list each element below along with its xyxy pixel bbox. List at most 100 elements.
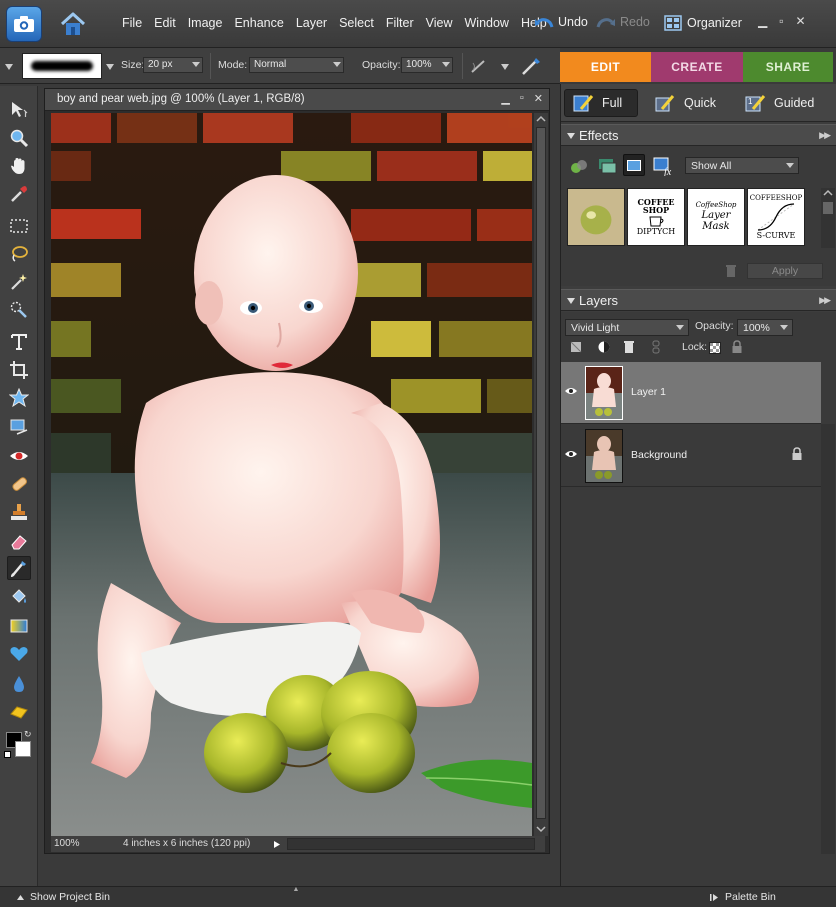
sponge-tool-icon[interactable] [7, 700, 31, 724]
doc-maximize-icon[interactable]: ▫ [520, 92, 524, 105]
tab-share[interactable]: SHARE [743, 52, 833, 82]
cookie-cutter-tool-icon[interactable] [7, 386, 31, 410]
zoom-tool-icon[interactable] [7, 126, 31, 150]
new-layer-icon[interactable] [569, 340, 583, 354]
red-eye-tool-icon[interactable] [7, 444, 31, 468]
view-full-button[interactable]: Full [564, 89, 638, 117]
fx-category-icon[interactable]: fx [653, 156, 675, 176]
scroll-down-icon[interactable] [534, 823, 548, 835]
horizontal-scrollbar[interactable] [287, 838, 535, 850]
layers-panel-header[interactable]: Layers ▶▶ [561, 289, 836, 311]
effect-thumb-vintage[interactable] [567, 188, 625, 246]
shape-tool-icon[interactable] [7, 642, 31, 666]
scroll-thumb[interactable] [536, 127, 546, 819]
mode-select[interactable]: Normal [249, 57, 344, 73]
healing-brush-tool-icon[interactable] [7, 472, 31, 496]
lock-all-icon[interactable] [731, 340, 743, 354]
menu-layer[interactable]: Layer [290, 16, 333, 30]
hand-tool-icon[interactable] [7, 154, 31, 178]
delete-layer-icon[interactable] [623, 340, 635, 354]
crop-tool-icon[interactable] [7, 358, 31, 382]
menu-select[interactable]: Select [333, 16, 380, 30]
menu-window[interactable]: Window [459, 16, 515, 30]
bin-resize-handle[interactable]: ▲ [290, 886, 302, 893]
collapse-triangle-icon[interactable] [567, 133, 575, 139]
show-project-bin-button[interactable]: Show Project Bin [16, 891, 110, 903]
menu-view[interactable]: View [420, 16, 459, 30]
clone-stamp-tool-icon[interactable] [7, 500, 31, 524]
palette-bin-button[interactable]: Palette Bin [710, 891, 776, 903]
view-quick-button[interactable]: Quick [647, 89, 724, 117]
effects-panel-header[interactable]: Effects ▶▶ [561, 124, 836, 146]
adjustment-layer-icon[interactable] [597, 340, 611, 354]
visibility-eye-icon[interactable] [564, 386, 578, 396]
effect-thumb-s-curve[interactable]: COFFEESHOP S-CURVE [747, 188, 805, 246]
undo-button[interactable]: Undo [534, 15, 588, 29]
tab-edit[interactable]: EDIT [560, 52, 651, 82]
menu-file[interactable]: File [116, 16, 148, 30]
blend-mode-select[interactable]: Vivid Light [565, 319, 689, 336]
type-tool-icon[interactable] [7, 330, 31, 354]
tablet-brush-icon[interactable] [520, 56, 542, 76]
layers-scrollbar[interactable] [821, 424, 835, 854]
status-menu-arrow-icon[interactable] [273, 840, 281, 849]
paint-bucket-tool-icon[interactable] [7, 586, 31, 610]
brush-preview[interactable] [22, 53, 102, 79]
brush-tool-icon[interactable] [7, 556, 31, 580]
effects-filter-select[interactable]: Show All [685, 157, 799, 174]
brush-options-arrow-icon[interactable] [500, 63, 510, 71]
tab-create[interactable]: CREATE [651, 52, 743, 82]
quick-selection-tool-icon[interactable] [7, 298, 31, 322]
layer-row-layer-1[interactable]: Layer 1 [561, 362, 821, 424]
eyedropper-tool-icon[interactable] [7, 182, 31, 206]
lasso-tool-icon[interactable] [7, 242, 31, 266]
visibility-eye-icon[interactable] [564, 449, 578, 459]
blur-tool-icon[interactable] [7, 672, 31, 696]
menu-enhance[interactable]: Enhance [228, 16, 289, 30]
minimize-icon[interactable]: ▁ [758, 14, 767, 28]
layer-row-background[interactable]: Background [561, 425, 821, 487]
scroll-up-icon[interactable] [534, 113, 548, 125]
tool-preset-arrow-icon[interactable] [4, 63, 14, 71]
menu-filter[interactable]: Filter [380, 16, 420, 30]
effects-scrollbar[interactable] [821, 188, 835, 248]
effect-thumb-layer-mask[interactable]: CoffeeShop Layer Mask [687, 188, 745, 246]
view-guided-button[interactable]: 1 Guided [737, 89, 822, 117]
swap-colors-icon[interactable]: ↻ [24, 729, 32, 740]
organizer-button[interactable]: Organizer [664, 15, 742, 31]
opacity-field[interactable]: 100% [401, 57, 453, 73]
document-vertical-scrollbar[interactable] [534, 113, 548, 836]
menu-edit[interactable]: Edit [148, 16, 182, 30]
layer-styles-category-icon[interactable] [597, 156, 617, 176]
airbrush-icon[interactable] [470, 58, 488, 74]
default-colors-icon[interactable] [4, 751, 11, 758]
effects-delete-icon[interactable] [725, 264, 737, 278]
layer-opacity-field[interactable]: 100% [737, 319, 793, 336]
move-tool-icon[interactable] [7, 98, 31, 122]
camera-icon[interactable] [6, 6, 42, 42]
zoom-readout[interactable]: 100% [54, 838, 80, 849]
doc-close-icon[interactable]: ✕ [534, 92, 543, 105]
close-icon[interactable]: ✕ [796, 14, 806, 28]
size-field[interactable]: 20 px [143, 57, 203, 73]
effects-apply-button[interactable]: Apply [747, 263, 823, 279]
photo-effects-category-icon[interactable] [623, 154, 645, 176]
image-canvas[interactable] [51, 113, 532, 836]
collapse-triangle-icon[interactable] [567, 298, 575, 304]
magic-wand-tool-icon[interactable] [7, 270, 31, 294]
doc-minimize-icon[interactable]: ▁ [501, 92, 509, 105]
background-color-swatch[interactable] [15, 741, 31, 757]
link-layers-icon[interactable] [651, 340, 661, 354]
effect-thumb-diptych[interactable]: COFFEE SHOP DIPTYCH [627, 188, 685, 246]
filters-category-icon[interactable] [569, 156, 589, 176]
panel-menu-icon[interactable]: ▶▶ [819, 295, 831, 306]
brush-picker-arrow-icon[interactable] [105, 63, 115, 71]
home-icon[interactable] [56, 8, 90, 40]
panel-menu-icon[interactable]: ▶▶ [819, 130, 831, 141]
straighten-tool-icon[interactable] [7, 414, 31, 438]
maximize-icon[interactable]: ▫ [779, 14, 783, 28]
redo-button[interactable]: Redo [596, 15, 650, 29]
eraser-tool-icon[interactable] [7, 530, 31, 554]
lock-transparency-icon[interactable] [709, 342, 721, 354]
menu-image[interactable]: Image [182, 16, 229, 30]
